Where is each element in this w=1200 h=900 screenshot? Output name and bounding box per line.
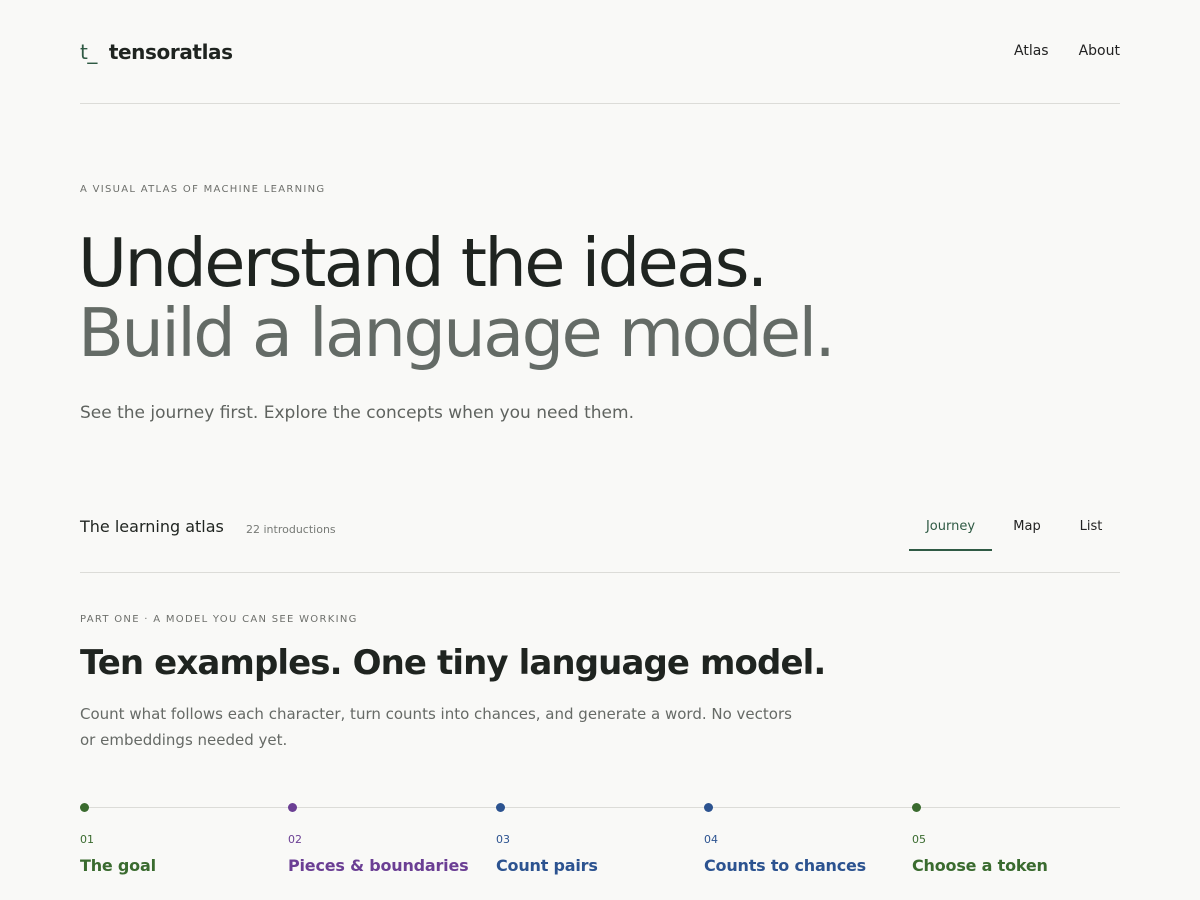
hero-eyebrow: A VISUAL ATLAS OF MACHINE LEARNING (80, 184, 326, 195)
site-header: t_ tensoratlas Atlas About (80, 0, 1120, 104)
step-label: The goal (80, 856, 156, 875)
atlas-title: The learning atlas (80, 517, 224, 536)
step-number: 03 (496, 833, 510, 846)
logo-text: tensoratlas (108, 40, 233, 64)
hero-headline-secondary: Build a language model. (78, 294, 836, 372)
page: t_ tensoratlas Atlas About A VISUAL ATLA… (0, 0, 1200, 900)
step-dot (80, 803, 89, 812)
view-tabs: Journey Map List (909, 500, 1120, 573)
atlas-count: 22 introductions (246, 523, 336, 536)
nav-link-atlas[interactable]: Atlas (1014, 43, 1049, 59)
step-dot (496, 803, 505, 812)
logo[interactable]: t_ tensoratlas (80, 40, 233, 64)
hero-headline-primary: Understand the ideas. (78, 224, 768, 302)
step-label: Counts to chances (704, 856, 866, 875)
nav-link-about[interactable]: About (1079, 43, 1120, 59)
part-eyebrow: PART ONE · A MODEL YOU CAN SEE WORKING (80, 614, 358, 625)
step-number: 05 (912, 833, 926, 846)
step-dot (288, 803, 297, 812)
tab-list[interactable]: List (1062, 500, 1120, 551)
journey-timeline (80, 807, 1120, 808)
part-description: Count what follows each character, turn … (80, 705, 792, 749)
atlas-bar: The learning atlas 22 introductions Jour… (80, 500, 1120, 573)
step-number: 04 (704, 833, 718, 846)
step-dot (912, 803, 921, 812)
step-number: 01 (80, 833, 94, 846)
step-label: Count pairs (496, 856, 598, 875)
part-title: Ten examples. One tiny language model. (80, 643, 826, 683)
top-nav: Atlas About (1014, 43, 1120, 59)
hero-subtitle: See the journey first. Explore the conce… (80, 403, 634, 423)
step-label: Choose a token (912, 856, 1048, 875)
step-label: Pieces & boundaries (288, 856, 469, 875)
tab-map[interactable]: Map (992, 500, 1062, 551)
step-number: 02 (288, 833, 302, 846)
logo-mark: t_ (80, 40, 97, 64)
tab-journey[interactable]: Journey (909, 500, 992, 551)
step-dot (704, 803, 713, 812)
